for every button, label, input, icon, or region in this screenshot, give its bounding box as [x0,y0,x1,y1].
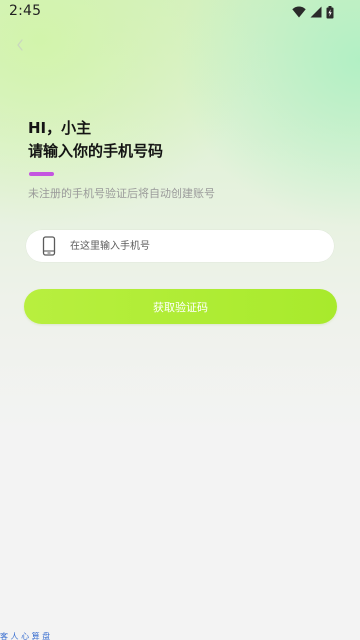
page-title: 请输入你的手机号码 [28,142,164,160]
login-screen: 2:45 HI，小主 请输入你的手机号码 未注册的手机号验证后将自动创建账号 在… [0,0,360,640]
signal-icon [310,6,322,18]
phone-number-input[interactable] [70,236,320,256]
status-bar: 2:45 [0,0,360,24]
battery-icon [326,5,334,19]
status-time: 2:45 [9,3,42,19]
chevron-left-icon [15,37,25,56]
registration-hint: 未注册的手机号验证后将自动创建账号 [28,187,215,200]
smartphone-icon [42,236,56,256]
wifi-icon [292,6,306,18]
status-icons [292,5,334,19]
bottom-text-fragment: 客 人 心 算 盘 [0,632,51,640]
phone-field[interactable] [26,230,334,262]
title-accent-bar [29,172,54,176]
greeting-title: HI，小主 [28,119,92,137]
back-button[interactable] [8,34,32,58]
get-verification-code-button[interactable]: 获取验证码 [24,289,337,324]
